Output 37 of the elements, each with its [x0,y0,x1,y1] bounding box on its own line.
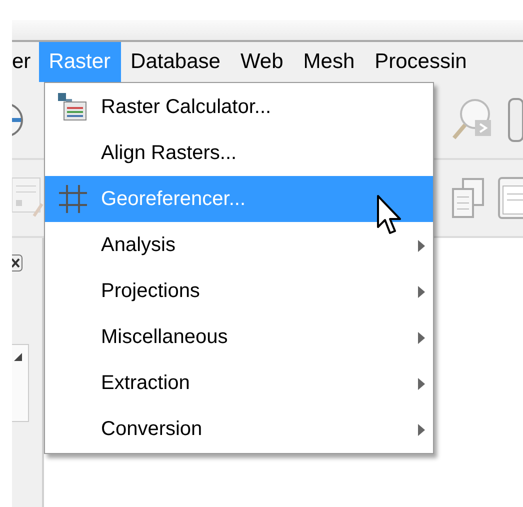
option-label: Align Rasters... [101,142,237,164]
menu-option[interactable]: Projections [45,268,433,314]
paste-icon[interactable] [497,176,523,220]
close-icon[interactable] [12,254,24,272]
submenu-arrow-icon [418,332,425,344]
cursor-icon [377,195,403,237]
menu-item[interactable]: Mesh [293,42,365,82]
menu-option[interactable]: Conversion [45,406,433,452]
option-label: Raster Calculator... [101,96,272,118]
submenu-arrow-icon [418,424,425,436]
menu-item[interactable]: Processin [364,42,477,82]
toolbar-icon[interactable] [507,97,523,143]
document-icon[interactable] [12,176,44,220]
submenu-arrow-icon [418,240,425,252]
scroll-up-icon[interactable] [14,353,24,361]
submenu-arrow-icon [418,286,425,298]
menu-option[interactable]: Align Rasters... [45,130,433,176]
option-label: Analysis [101,234,176,256]
option-label: Projections [101,280,200,302]
menu-option[interactable]: Analysis [45,222,433,268]
submenu-arrow-icon [418,378,425,390]
menu-option[interactable]: Extraction [45,360,433,406]
copy-icon[interactable] [451,177,487,219]
option-label: Miscellaneous [101,326,228,348]
zoom-out-icon[interactable] [12,102,24,138]
menu-option[interactable]: Miscellaneous [45,314,433,360]
option-label: Georeferencer... [101,188,246,210]
menu-item[interactable]: Database [120,42,230,82]
menu-item[interactable]: Web [230,42,294,82]
scroll-bar[interactable] [12,344,29,422]
option-label: Conversion [101,418,202,440]
option-label: Extraction [101,372,190,394]
menu-option[interactable]: Raster Calculator... [45,84,433,130]
search-icon[interactable] [451,98,493,142]
calculator-icon [58,93,88,121]
grid-icon [59,185,87,213]
menu-item[interactable]: er [12,42,39,82]
